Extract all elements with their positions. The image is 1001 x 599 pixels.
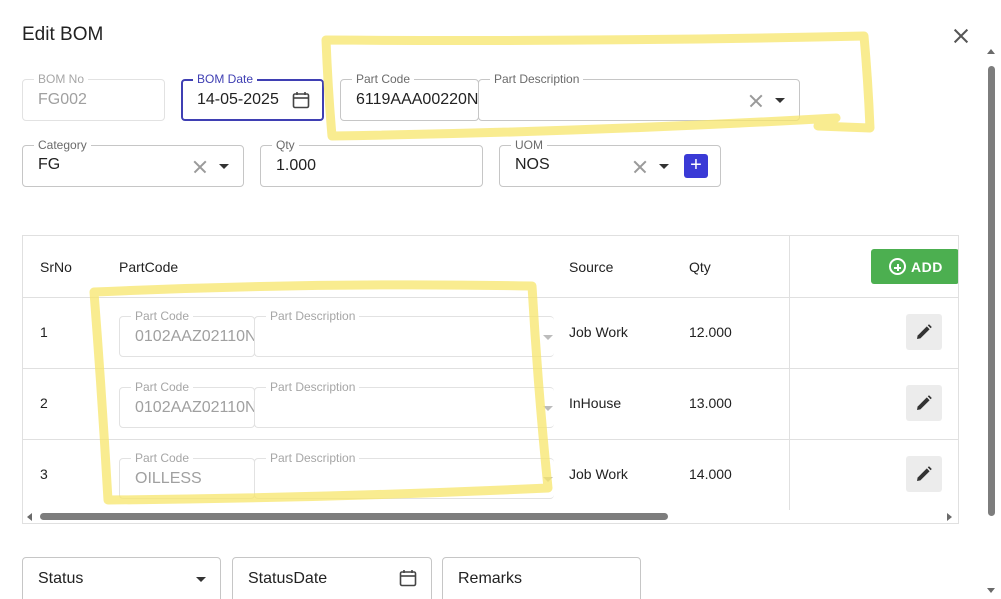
category-value: FG xyxy=(38,156,61,173)
calendar-icon[interactable] xyxy=(292,91,310,109)
row-part-description-field: Part Description xyxy=(254,451,554,499)
row-qty: 13.000 xyxy=(689,395,732,411)
clear-icon[interactable] xyxy=(749,94,763,108)
add-row-button[interactable]: ADD xyxy=(871,249,958,284)
row-qty: 12.000 xyxy=(689,324,732,340)
row-part-code-field: Part Code OILLESS xyxy=(119,451,255,499)
status-date-placeholder: StatusDate xyxy=(248,570,328,587)
row-part-description-label: Part Description xyxy=(266,380,360,394)
chevron-down-icon xyxy=(543,406,553,411)
bom-date-value: 14-05-2025 xyxy=(197,91,279,108)
chevron-down-icon xyxy=(543,477,553,482)
bom-date-label: BOM Date xyxy=(193,72,258,86)
bom-date-field[interactable]: BOM Date 14-05-2025 xyxy=(181,72,324,121)
row-source: Job Work xyxy=(569,466,628,482)
row-part-description-field: Part Description xyxy=(254,380,554,428)
qty-value: 1.000 xyxy=(276,157,317,174)
scroll-up-icon[interactable] xyxy=(987,49,995,54)
row-source: InHouse xyxy=(569,395,622,411)
chevron-down-icon[interactable] xyxy=(659,164,669,169)
qty-field[interactable]: Qty 1.000 xyxy=(260,138,483,187)
row-srno: 1 xyxy=(40,324,48,340)
row-part-code-label: Part Code xyxy=(131,451,194,465)
column-header-source: Source xyxy=(569,259,614,275)
chevron-down-icon xyxy=(543,335,553,340)
row-qty: 14.000 xyxy=(689,466,732,482)
chevron-down-icon[interactable] xyxy=(219,164,229,169)
bom-no-value: FG002 xyxy=(38,91,87,108)
edit-row-button[interactable] xyxy=(906,385,942,421)
category-label: Category xyxy=(34,138,91,152)
pencil-icon xyxy=(917,466,932,481)
row-part-code-value: 0102AAZ02110N xyxy=(135,328,256,345)
status-placeholder: Status xyxy=(38,570,84,587)
row-part-description-field: Part Description xyxy=(254,309,554,357)
add-button-label: ADD xyxy=(911,259,943,275)
row-srno: 2 xyxy=(40,395,48,411)
row-part-code-field: Part Code 0102AAZ02110N xyxy=(119,380,256,428)
scrollbar-thumb[interactable] xyxy=(40,513,668,520)
edit-row-button[interactable] xyxy=(906,314,942,350)
add-uom-button[interactable]: + xyxy=(684,154,708,178)
uom-value: NOS xyxy=(515,156,550,173)
bom-items-table: SrNo PartCode Source Qty ADD 1 Part Code… xyxy=(22,235,959,524)
remarks-placeholder: Remarks xyxy=(458,570,523,587)
part-description-label: Part Description xyxy=(490,72,584,86)
uom-label: UOM xyxy=(511,138,547,152)
clear-icon[interactable] xyxy=(193,160,207,174)
scroll-right-icon[interactable] xyxy=(947,513,952,521)
row-part-description-label: Part Description xyxy=(266,309,360,323)
column-header-qty: Qty xyxy=(689,259,711,275)
pencil-icon xyxy=(917,324,932,339)
bom-no-field[interactable]: BOM No FG002 xyxy=(22,72,165,121)
row-srno: 3 xyxy=(40,466,48,482)
scroll-down-icon[interactable] xyxy=(987,588,995,593)
row-part-description-label: Part Description xyxy=(266,451,360,465)
part-code-field[interactable]: Part Code 6119AAA00220N xyxy=(340,72,479,121)
part-code-label: Part Code xyxy=(352,72,415,86)
status-date-field[interactable]: StatusDate xyxy=(232,557,432,599)
table-horizontal-scrollbar[interactable] xyxy=(22,511,959,523)
dialog-vertical-scrollbar[interactable] xyxy=(983,44,999,599)
add-circle-icon xyxy=(889,258,906,275)
pencil-icon xyxy=(917,395,932,410)
row-part-code-value: 0102AAZ02110N xyxy=(135,399,256,416)
edit-row-button[interactable] xyxy=(906,456,942,492)
part-code-value: 6119AAA00220N xyxy=(356,91,479,108)
row-part-code-label: Part Code xyxy=(131,380,194,394)
close-icon[interactable] xyxy=(950,25,972,47)
row-source: Job Work xyxy=(569,324,628,340)
remarks-field[interactable]: Remarks xyxy=(442,557,641,599)
column-header-srno: SrNo xyxy=(40,259,72,275)
part-description-field[interactable]: Part Description xyxy=(478,72,800,121)
uom-field[interactable]: UOM NOS + xyxy=(499,138,721,187)
calendar-icon[interactable] xyxy=(399,569,417,587)
clear-icon[interactable] xyxy=(633,160,647,174)
scrollbar-thumb[interactable] xyxy=(988,66,995,516)
column-header-partcode: PartCode xyxy=(119,259,179,275)
chevron-down-icon[interactable] xyxy=(775,98,785,103)
category-field[interactable]: Category FG xyxy=(22,138,244,187)
scroll-left-icon[interactable] xyxy=(27,513,32,521)
row-part-code-field: Part Code 0102AAZ02110N xyxy=(119,309,256,357)
row-part-code-value: OILLESS xyxy=(135,470,202,487)
dialog-title: Edit BOM xyxy=(22,24,104,45)
bom-no-label: BOM No xyxy=(34,72,89,86)
row-part-code-label: Part Code xyxy=(131,309,194,323)
status-select[interactable]: Status xyxy=(22,557,221,599)
qty-label: Qty xyxy=(272,138,299,152)
chevron-down-icon[interactable] xyxy=(196,577,206,582)
